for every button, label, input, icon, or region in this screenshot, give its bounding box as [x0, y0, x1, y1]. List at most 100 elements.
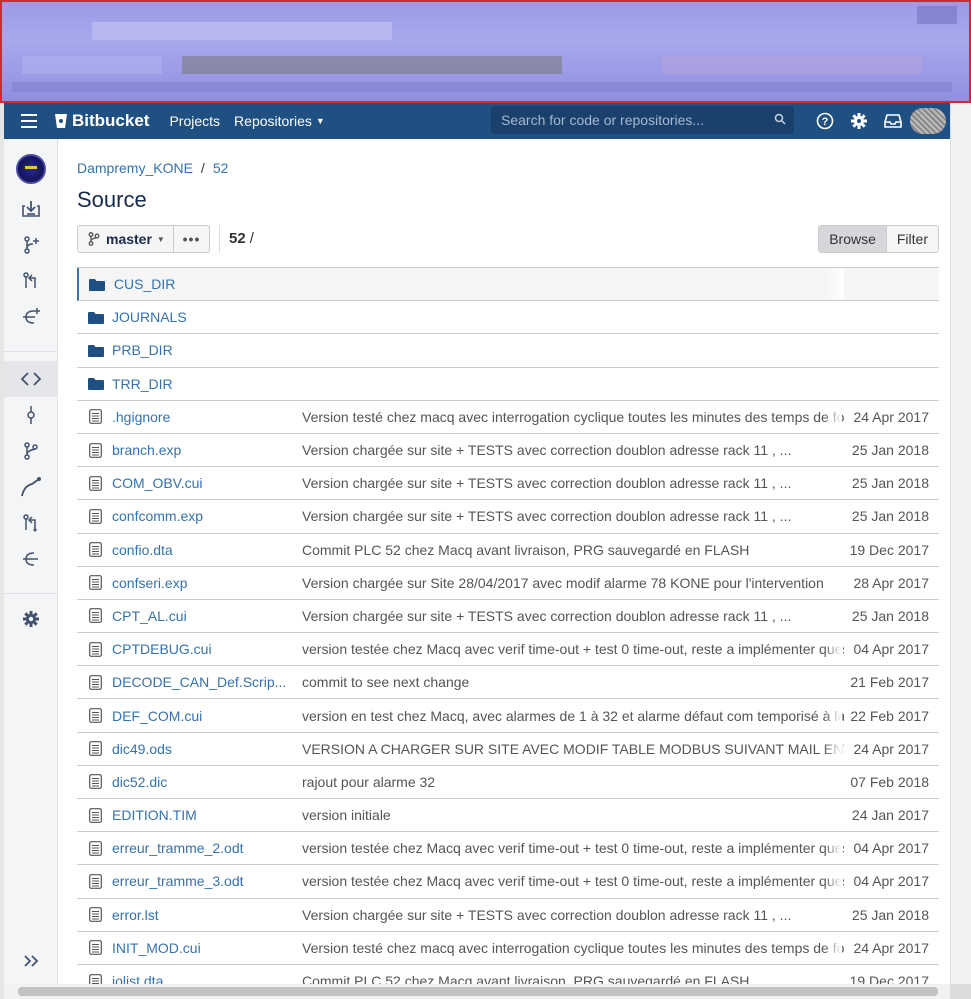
- file-name-link[interactable]: confio.dta: [112, 542, 302, 558]
- commit-message[interactable]: version en test chez Macq, avec alarmes …: [302, 708, 844, 724]
- file-name-link[interactable]: TRR_DIR: [112, 376, 302, 392]
- file-row[interactable]: dic49.ods VERSION A CHARGER SUR SITE AVEC…: [77, 732, 939, 766]
- search-input[interactable]: Search for code or repositories...: [491, 106, 794, 134]
- file-row[interactable]: DECODE_CAN_Def.Scrip... commit to see nex…: [77, 666, 939, 700]
- projects-link[interactable]: Projects: [169, 113, 220, 129]
- folder-row[interactable]: PRB_DIR: [77, 334, 939, 368]
- breadcrumb-project[interactable]: Dampremy_KONE: [77, 160, 193, 176]
- forks-icon[interactable]: [4, 541, 58, 577]
- expand-sidebar-icon[interactable]: [4, 943, 58, 979]
- file-row[interactable]: erreur_tramme_3.odt version testée chez M…: [77, 865, 939, 899]
- file-row[interactable]: CPTDEBUG.cui version testée chez Macq ave…: [77, 633, 939, 667]
- clone-icon[interactable]: [4, 191, 58, 227]
- file-row[interactable]: CPT_AL.cui Version chargée sur site + TES…: [77, 599, 939, 634]
- file-name-link[interactable]: erreur_tramme_2.odt: [112, 840, 302, 856]
- commit-message[interactable]: Version chargée sur site + TESTS avec co…: [302, 442, 844, 458]
- file-name-link[interactable]: dic52.dic: [112, 774, 302, 790]
- folder-row[interactable]: JOURNALS: [77, 301, 939, 335]
- filter-button[interactable]: Filter: [886, 226, 938, 252]
- file-row[interactable]: COM_OBV.cui Version chargée sur site + TE…: [77, 467, 939, 501]
- commit-message[interactable]: version testée chez Macq avec verif time…: [302, 641, 844, 657]
- horizontal-scrollbar[interactable]: [4, 984, 950, 999]
- create-pull-request-icon[interactable]: [4, 263, 58, 299]
- commit-date: 24 Jan 2017: [851, 807, 929, 824]
- file-row[interactable]: error.lst Version chargée sur site + TEST…: [77, 898, 939, 932]
- file-row[interactable]: erreur_tramme_2.odt version testée chez M…: [77, 832, 939, 866]
- commit-message[interactable]: version testée chez Macq avec verif time…: [302, 873, 844, 889]
- file-name-link[interactable]: JOURNALS: [112, 309, 302, 325]
- file-row[interactable]: branch.exp Version chargée sur site + TES…: [77, 433, 939, 468]
- commit-message[interactable]: Version chargée sur site + TESTS avec co…: [302, 475, 844, 491]
- message-fade: [824, 400, 842, 433]
- file-name-link[interactable]: PRB_DIR: [112, 342, 302, 358]
- file-name-link[interactable]: DECODE_CAN_Def.Scrip...: [112, 674, 302, 690]
- commit-message[interactable]: Version chargée sur site + TESTS avec co…: [302, 907, 844, 923]
- commit-message[interactable]: rajout pour alarme 32: [302, 774, 844, 790]
- path-repo[interactable]: 52: [229, 230, 246, 247]
- create-branch-icon[interactable]: [4, 227, 58, 263]
- file-name-link[interactable]: COM_OBV.cui: [112, 475, 302, 491]
- file-name-link[interactable]: error.lst: [112, 907, 302, 923]
- commit-message[interactable]: Version testé chez macq avec interrogati…: [302, 409, 844, 425]
- file-icon: [77, 674, 112, 690]
- branch-dropdown[interactable]: master ▼: [78, 226, 174, 252]
- file-icon: [77, 840, 112, 856]
- repositories-menu[interactable]: Repositories ▼: [234, 113, 325, 129]
- browse-button[interactable]: Browse: [819, 226, 887, 252]
- branch-icon: [88, 232, 100, 246]
- commit-message[interactable]: Version chargée sur Site 28/04/2017 avec…: [302, 575, 844, 591]
- commit-message[interactable]: version initiale: [302, 807, 844, 823]
- file-name-link[interactable]: EDITION.TIM: [112, 807, 302, 823]
- file-name-link[interactable]: erreur_tramme_3.odt: [112, 873, 302, 889]
- file-row[interactable]: dic52.dic rajout pour alarme 32 07 Feb 201…: [77, 765, 939, 799]
- file-row[interactable]: .hgignore Version testé chez macq avec in…: [77, 400, 939, 434]
- nav-icons: ?: [808, 103, 950, 139]
- file-name-link[interactable]: DEF_COM.cui: [112, 708, 302, 724]
- help-icon[interactable]: ?: [808, 112, 842, 130]
- file-row[interactable]: confio.dta Commit PLC 52 chez Macq avant …: [77, 533, 939, 567]
- file-row[interactable]: DEF_COM.cui version en test chez Macq, av…: [77, 699, 939, 733]
- user-avatar[interactable]: [910, 108, 946, 134]
- bitbucket-logo[interactable]: Bitbucket: [54, 111, 149, 131]
- pull-requests-icon[interactable]: [4, 505, 58, 541]
- file-row[interactable]: confcomm.exp Version chargée sur site + T…: [77, 500, 939, 534]
- gear-icon[interactable]: [842, 112, 876, 130]
- breadcrumb-repo[interactable]: 52: [213, 160, 229, 176]
- file-name-link[interactable]: confcomm.exp: [112, 508, 302, 524]
- file-name-link[interactable]: CUS_DIR: [114, 276, 304, 292]
- file-name-link[interactable]: branch.exp: [112, 442, 302, 458]
- folder-row[interactable]: TRR_DIR: [77, 367, 939, 401]
- file-row[interactable]: confseri.exp Version chargée sur Site 28/…: [77, 566, 939, 600]
- inbox-icon[interactable]: [876, 114, 910, 128]
- folder-row[interactable]: CUS_DIR: [77, 268, 939, 302]
- project-avatar[interactable]: [4, 151, 58, 187]
- file-icon: [77, 575, 112, 591]
- file-name-link[interactable]: .hgignore: [112, 409, 302, 425]
- scrollbar-thumb[interactable]: [18, 987, 938, 996]
- file-row[interactable]: EDITION.TIM version initiale 24 Jan 2017: [77, 799, 939, 833]
- file-name-link[interactable]: CPTDEBUG.cui: [112, 641, 302, 657]
- more-actions-button[interactable]: •••: [174, 231, 209, 247]
- commits-icon[interactable]: [4, 397, 58, 433]
- vertical-scrollbar[interactable]: [950, 103, 971, 988]
- file-name-link[interactable]: dic49.ods: [112, 741, 302, 757]
- branches-icon[interactable]: [4, 433, 58, 469]
- commit-message[interactable]: VERSION A CHARGER SUR SITE AVEC MODIF TA…: [302, 741, 844, 757]
- commit-message[interactable]: version testée chez Macq avec verif time…: [302, 840, 844, 856]
- commit-message[interactable]: Version chargée sur site + TESTS avec co…: [302, 508, 844, 524]
- commit-message[interactable]: Version testé chez macq avec interrogati…: [302, 940, 844, 956]
- settings-icon[interactable]: [4, 601, 58, 637]
- commit-message[interactable]: Commit PLC 52 chez Macq avant livraison,…: [302, 542, 844, 558]
- file-name-link[interactable]: confseri.exp: [112, 575, 302, 591]
- file-name-link[interactable]: INIT_MOD.cui: [112, 940, 302, 956]
- file-row[interactable]: INIT_MOD.cui Version testé chez macq avec…: [77, 931, 939, 965]
- commit-message[interactable]: commit to see next change: [302, 674, 844, 690]
- file-name-link[interactable]: CPT_AL.cui: [112, 608, 302, 624]
- source-icon[interactable]: [4, 361, 58, 397]
- graph-icon[interactable]: [4, 469, 58, 505]
- commit-date: 24 Apr 2017: [853, 939, 929, 956]
- commit-message[interactable]: Version chargée sur site + TESTS avec co…: [302, 608, 844, 624]
- fork-icon[interactable]: [4, 299, 58, 335]
- commit-date: 25 Jan 2018: [851, 906, 929, 923]
- menu-icon[interactable]: [4, 114, 54, 128]
